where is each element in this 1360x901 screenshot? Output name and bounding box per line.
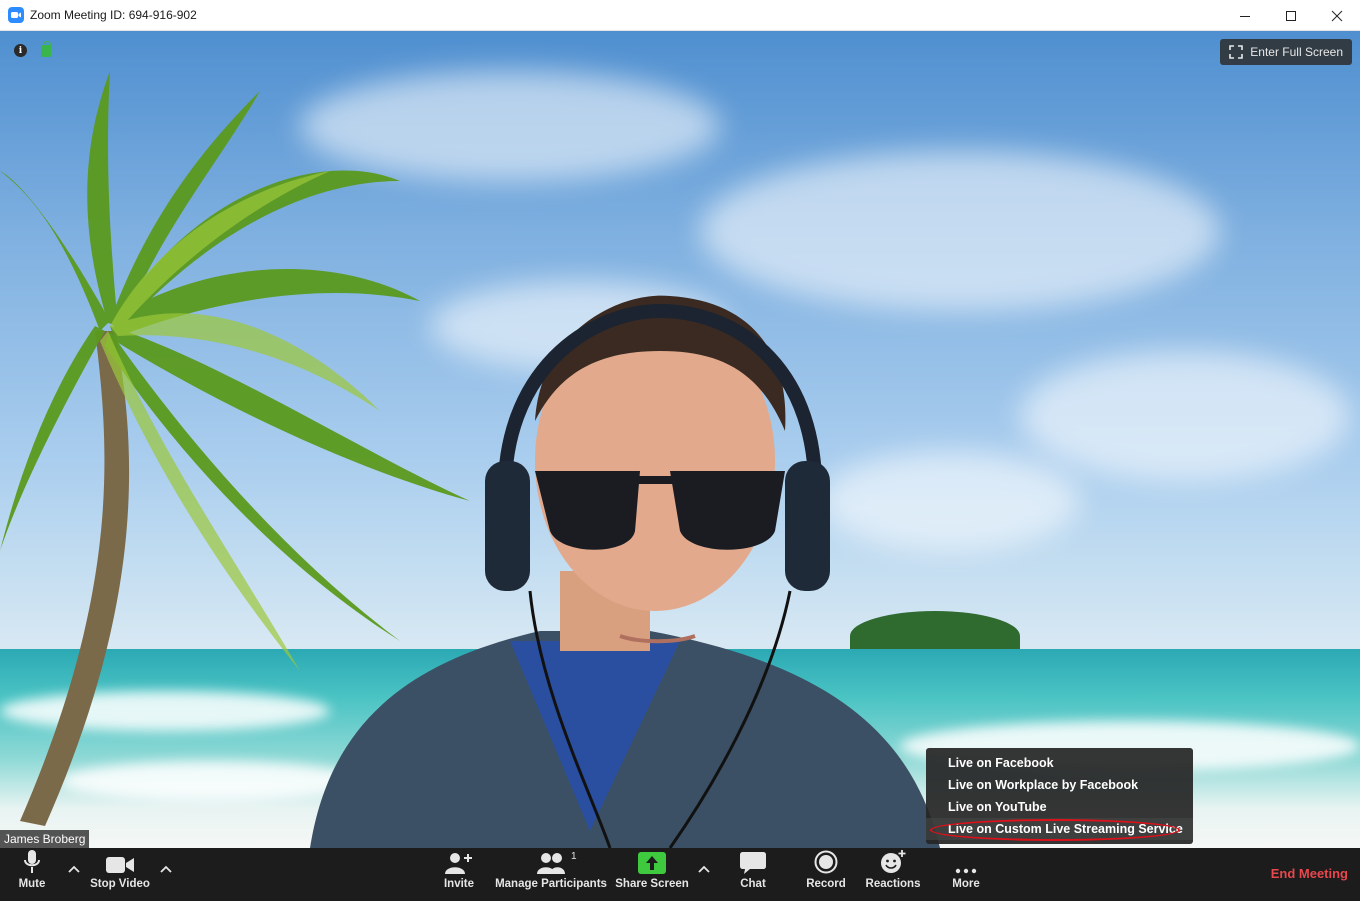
participants-icon [537, 853, 565, 874]
more-label: More [952, 878, 980, 890]
stop-video-label: Stop Video [90, 878, 150, 890]
mute-button[interactable]: Mute [12, 848, 52, 901]
chat-button[interactable]: Chat [733, 848, 773, 901]
video-options-caret-icon[interactable] [159, 864, 173, 874]
record-button[interactable]: Record [804, 848, 848, 901]
reactions-label: Reactions [865, 878, 921, 890]
video-camera-icon [106, 857, 134, 873]
participants-count: 1 [571, 851, 577, 862]
share-screen-icon [638, 852, 666, 874]
manage-participants-button[interactable]: 1 Manage Participants [495, 848, 607, 901]
encryption-lock-icon[interactable] [41, 40, 51, 57]
mute-label: Mute [18, 878, 46, 890]
participant-name-tag: James Broberg [0, 830, 90, 848]
highlight-ellipse [930, 819, 1180, 841]
live-streaming-menu: Live on Facebook Live on Workplace by Fa… [926, 748, 1193, 844]
invite-button[interactable]: Invite [439, 848, 479, 901]
minimize-icon [1240, 15, 1250, 17]
menu-item-live-facebook[interactable]: Live on Facebook [926, 752, 1193, 774]
fullscreen-label: Enter Full Screen [1250, 45, 1343, 59]
menu-item-live-custom[interactable]: Live on Custom Live Streaming Service [926, 818, 1193, 841]
manage-participants-label: Manage Participants [495, 878, 607, 890]
participant-video [310, 295, 940, 848]
share-screen-label: Share Screen [615, 878, 689, 890]
close-button[interactable] [1314, 0, 1360, 31]
chat-label: Chat [740, 878, 766, 890]
share-options-caret-icon[interactable] [697, 864, 711, 874]
stop-video-button[interactable]: Stop Video [88, 848, 152, 901]
title-bar: Zoom Meeting ID: 694-916-902 [0, 0, 1360, 31]
invite-user-icon [445, 853, 472, 874]
audio-options-caret-icon[interactable] [67, 864, 81, 874]
fullscreen-icon [1229, 45, 1244, 59]
window-title: Zoom Meeting ID: 694-916-902 [30, 8, 197, 22]
reactions-button[interactable]: Reactions [865, 848, 921, 901]
menu-item-live-workplace[interactable]: Live on Workplace by Facebook [926, 774, 1193, 796]
record-icon [814, 850, 838, 874]
menu-item-live-youtube[interactable]: Live on YouTube [926, 796, 1193, 818]
chat-bubble-icon [740, 852, 766, 874]
end-meeting-button[interactable]: End Meeting [1271, 866, 1348, 881]
share-screen-button[interactable]: Share Screen [615, 848, 689, 901]
info-icon[interactable]: i [14, 44, 27, 57]
close-icon [1331, 10, 1343, 21]
record-label: Record [806, 878, 846, 890]
video-area[interactable]: i Enter Full Screen James Broberg [0, 31, 1360, 848]
more-button[interactable]: More [946, 848, 986, 901]
minimize-button[interactable] [1222, 0, 1268, 31]
meeting-toolbar: Mute Stop Video Invite 1 Manage Particip… [0, 848, 1360, 901]
zoom-app-icon [8, 7, 24, 23]
reactions-emoji-icon [881, 850, 906, 873]
invite-label: Invite [443, 878, 475, 890]
enter-full-screen-button[interactable]: Enter Full Screen [1220, 39, 1352, 65]
more-dots-icon [955, 868, 977, 874]
microphone-icon [24, 850, 40, 873]
maximize-icon [1286, 10, 1296, 21]
maximize-button[interactable] [1268, 0, 1314, 31]
